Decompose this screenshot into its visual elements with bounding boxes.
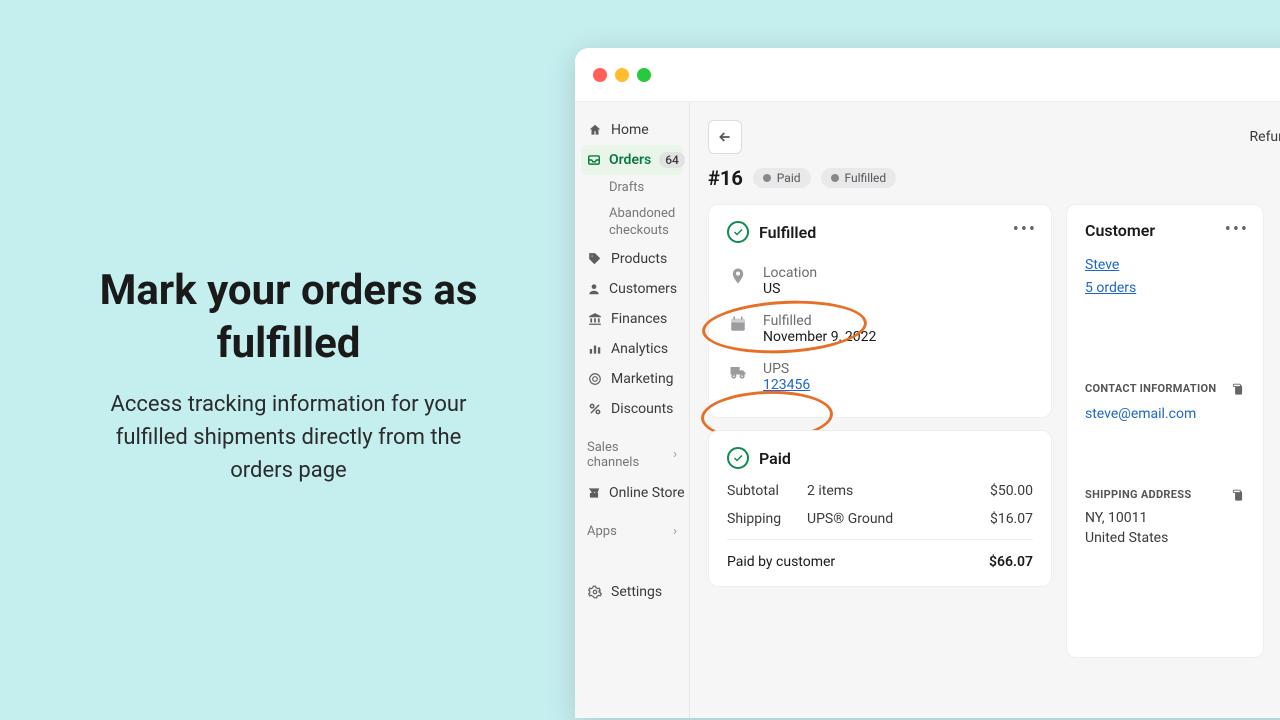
paid-card: Paid Subtotal 2 items $50.00 Shipping UP…	[708, 430, 1052, 587]
arrow-left-icon	[717, 129, 733, 145]
customer-orders-link[interactable]: 5 orders	[1085, 280, 1136, 296]
sidebar: Home Orders 64 Drafts Abandoned checkout…	[575, 102, 690, 718]
paid-by-customer-amount: $66.07	[989, 554, 1033, 570]
refund-link[interactable]: Refund	[1250, 129, 1280, 145]
contact-info-heading: CONTACT INFORMATION	[1085, 382, 1245, 395]
shipping-method: UPS® Ground	[807, 511, 990, 527]
card-menu-button[interactable]: •••	[1013, 219, 1037, 240]
sales-channels-heading[interactable]: Sales channels ›	[581, 432, 683, 478]
tag-icon	[587, 252, 603, 266]
subtotal-items: 2 items	[807, 483, 990, 499]
truck-icon	[727, 361, 749, 383]
clipboard-icon[interactable]	[1231, 382, 1245, 401]
sidebar-item-label: Finances	[611, 311, 667, 327]
paid-by-customer-label: Paid by customer	[727, 554, 835, 570]
window-minimize-icon[interactable]	[615, 68, 629, 82]
sidebar-item-label: Discounts	[611, 401, 673, 417]
shipping-line1: NY, 10011	[1085, 509, 1245, 529]
sidebar-item-label: Customers	[609, 281, 677, 297]
sidebar-item-label: Home	[611, 122, 649, 138]
person-icon	[587, 282, 601, 296]
tracking-number-link[interactable]: 123456	[763, 377, 810, 393]
home-icon	[587, 123, 603, 137]
sidebar-item-online-store[interactable]: Online Store	[581, 478, 683, 508]
customer-name-link[interactable]: Steve	[1085, 257, 1119, 273]
sidebar-item-home[interactable]: Home	[581, 115, 683, 145]
shipping-amount: $16.07	[990, 511, 1033, 527]
sidebar-item-label: Marketing	[611, 371, 674, 387]
titlebar	[575, 48, 1280, 102]
back-button[interactable]	[708, 120, 742, 154]
fulfilled-status-badge: Fulfilled	[821, 168, 897, 188]
customer-card: ••• Customer Steve 5 orders CONTACT INFO…	[1066, 204, 1264, 658]
sidebar-item-finances[interactable]: Finances	[581, 304, 683, 334]
percent-icon	[587, 402, 603, 416]
check-circle-icon	[727, 447, 749, 469]
apps-heading[interactable]: Apps ›	[581, 516, 683, 547]
sidebar-item-label: Settings	[611, 584, 662, 600]
subtotal-label: Subtotal	[727, 483, 807, 499]
fulfilled-card-title: Fulfilled	[759, 223, 816, 242]
sidebar-item-analytics[interactable]: Analytics	[581, 334, 683, 364]
promo-subtext: Access tracking information for your ful…	[86, 388, 491, 487]
location-label: Location	[763, 265, 817, 281]
customer-email-link[interactable]: steve@email.com	[1085, 406, 1196, 422]
order-number: #16	[708, 166, 743, 190]
store-icon	[587, 486, 601, 500]
sidebar-item-label: Orders	[609, 152, 651, 168]
shipping-label: Shipping	[727, 511, 807, 527]
gear-icon	[587, 585, 603, 599]
sidebar-item-label: Online Store	[609, 485, 685, 501]
orders-count-badge: 64	[659, 152, 685, 168]
main-content: Refund Return items #16 Paid Fulfilled •…	[690, 102, 1280, 718]
app-window: Home Orders 64 Drafts Abandoned checkout…	[575, 48, 1280, 718]
window-zoom-icon[interactable]	[637, 68, 651, 82]
sidebar-item-orders[interactable]: Orders 64	[581, 145, 683, 175]
promo-heading: Mark your orders as fulfilled	[86, 265, 491, 370]
subtotal-amount: $50.00	[990, 483, 1033, 499]
bank-icon	[587, 312, 603, 326]
check-circle-icon	[727, 221, 749, 243]
fulfilled-date-value: November 9, 2022	[763, 329, 876, 345]
sidebar-sub-drafts[interactable]: Drafts	[581, 175, 683, 201]
sidebar-item-settings[interactable]: Settings	[581, 577, 683, 607]
shipping-line2: United States	[1085, 529, 1245, 549]
location-value: US	[763, 281, 817, 297]
calendar-icon	[727, 313, 749, 335]
fulfilled-card: ••• Fulfilled Location	[708, 204, 1052, 418]
sidebar-item-products[interactable]: Products	[581, 244, 683, 274]
sidebar-item-customers[interactable]: Customers	[581, 274, 683, 304]
sidebar-sub-abandoned[interactable]: Abandoned checkouts	[581, 201, 683, 244]
clipboard-icon[interactable]	[1231, 488, 1245, 507]
paid-status-badge: Paid	[753, 168, 811, 188]
sidebar-item-label: Analytics	[611, 341, 668, 357]
bars-icon	[587, 342, 603, 356]
shipping-address-heading: SHIPPING ADDRESS	[1085, 488, 1245, 501]
sidebar-item-label: Products	[611, 251, 667, 267]
paid-card-title: Paid	[759, 449, 791, 468]
sidebar-item-discounts[interactable]: Discounts	[581, 394, 683, 424]
fulfilled-date-label: Fulfilled	[763, 313, 876, 329]
target-icon	[587, 372, 603, 386]
sidebar-item-marketing[interactable]: Marketing	[581, 364, 683, 394]
chevron-right-icon: ›	[673, 524, 677, 539]
carrier-label: UPS	[763, 361, 810, 377]
window-close-icon[interactable]	[593, 68, 607, 82]
chevron-right-icon: ›	[673, 447, 677, 462]
inbox-icon	[587, 153, 601, 167]
card-menu-button[interactable]: •••	[1225, 219, 1249, 240]
customer-card-title: Customer	[1085, 221, 1245, 240]
map-pin-icon	[727, 265, 749, 287]
